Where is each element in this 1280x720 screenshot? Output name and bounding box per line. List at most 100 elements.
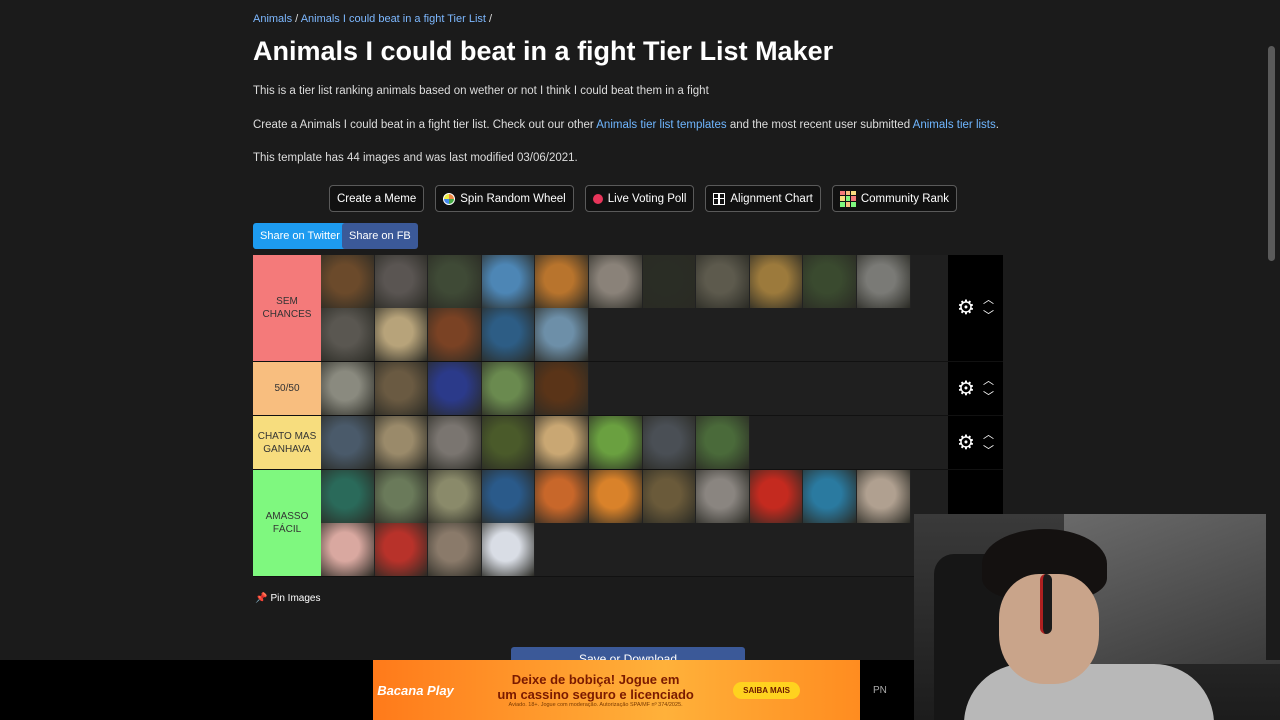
grid-icon xyxy=(713,192,726,205)
community-rank-button[interactable]: Community Rank xyxy=(831,185,958,212)
cow-image[interactable] xyxy=(481,362,536,415)
description-text: This is a tier list ranking animals base… xyxy=(253,85,709,97)
tier-label[interactable]: CHATO MAS GANHAVA xyxy=(253,416,321,469)
tier-items[interactable] xyxy=(321,362,948,415)
chevron-up-icon[interactable]: ︿ xyxy=(983,375,994,386)
horse-image[interactable] xyxy=(428,308,482,361)
scrollbar-thumb[interactable] xyxy=(1268,46,1275,261)
sea-lion-image[interactable] xyxy=(642,416,697,469)
pin-images-label: Pin Images xyxy=(270,593,321,604)
swan-image[interactable] xyxy=(481,523,536,576)
snake-image[interactable] xyxy=(481,416,536,469)
gear-icon[interactable]: ⚙ xyxy=(957,298,975,318)
wolf-image[interactable] xyxy=(588,255,643,308)
ad-cta-button[interactable]: SAIBA MAIS xyxy=(733,681,800,699)
tier-label[interactable]: AMASSO FÁCIL xyxy=(253,470,321,576)
intro-text-part: and the most recent user submitted xyxy=(726,119,913,131)
gear-icon[interactable]: ⚙ xyxy=(957,433,975,453)
alignment-chart-button[interactable]: Alignment Chart xyxy=(705,185,821,212)
clownfish-image[interactable] xyxy=(481,470,536,523)
hippo-image[interactable] xyxy=(374,255,429,308)
duck-image[interactable] xyxy=(374,470,429,523)
ad-banner[interactable]: Bacana Play Deixe de bobiça! Jogue em um… xyxy=(373,660,860,720)
ad-headline-line: Deixe de bobiça! Jogue em xyxy=(511,671,680,687)
poll-dot-icon xyxy=(592,193,603,204)
ad-brand-logo: Bacana Play xyxy=(377,682,454,698)
chevron-up-icon[interactable]: ︿ xyxy=(983,295,994,306)
lobster-image[interactable] xyxy=(749,470,804,523)
pin-images-toggle[interactable]: 📌 Pin Images xyxy=(255,593,320,604)
crab-image[interactable] xyxy=(535,470,589,523)
tier-controls: ⚙︿﹀ xyxy=(948,255,1003,361)
tier-row: AMASSO FÁCIL⚙︿﹀ xyxy=(253,470,1003,577)
tier-list: SEM CHANCES ⚙ ︿ ﹀ 50/50 ⚙ ︿ ﹀ CHATO MAS GANHAVA ⚙… xyxy=(253,255,1003,577)
orangutan-image[interactable] xyxy=(535,362,589,415)
spin-wheel-button[interactable]: Spin Random Wheel xyxy=(435,185,574,212)
lion-image[interactable] xyxy=(749,255,804,308)
squid-image[interactable] xyxy=(321,523,375,576)
tier-items[interactable] xyxy=(321,416,948,469)
rhino-image[interactable] xyxy=(856,255,911,308)
shark-image[interactable] xyxy=(481,255,536,308)
template-info: This template has 44 images and was last… xyxy=(253,152,578,164)
breadcrumb-link-tier-list[interactable]: Animals I could beat in a fight Tier Lis… xyxy=(301,13,486,25)
cat-image[interactable] xyxy=(428,416,482,469)
create-meme-button[interactable]: Create a Meme xyxy=(329,185,425,212)
share-twitter-button[interactable]: Share on Twitter xyxy=(253,223,347,249)
chevron-down-icon[interactable]: ﹀ xyxy=(983,391,994,402)
sheep-image[interactable] xyxy=(428,470,482,523)
tier-row: SEM CHANCES ⚙ ︿ ﹀ xyxy=(253,255,1003,362)
recent-tier-lists-link[interactable]: Animals tier lists xyxy=(913,119,996,131)
breadcrumb: Animals / Animals I could beat in a figh… xyxy=(253,13,492,25)
peacock-image[interactable] xyxy=(321,470,375,523)
bear-image[interactable] xyxy=(321,255,375,308)
tier-controls: ⚙ ︿ ﹀ xyxy=(948,362,1003,415)
tier-label[interactable]: 50/50 xyxy=(253,362,321,415)
komodo-dragon-image[interactable] xyxy=(696,255,750,308)
chevron-up-icon[interactable]: ︿ xyxy=(983,429,994,440)
oriole-image[interactable] xyxy=(588,470,643,523)
whale-image[interactable] xyxy=(481,308,536,361)
dolphin-image[interactable] xyxy=(535,308,589,361)
octopus-image[interactable] xyxy=(428,362,482,415)
turtle-image[interactable] xyxy=(803,470,857,523)
tier-items[interactable] xyxy=(321,470,948,576)
gorilla-image[interactable] xyxy=(642,255,697,308)
mouse-image[interactable] xyxy=(856,470,911,523)
tier-move-arrows: ︿﹀ xyxy=(983,295,994,322)
ferret-image[interactable] xyxy=(696,470,750,523)
tier-items[interactable] xyxy=(321,255,948,361)
tier-list-templates-link[interactable]: Animals tier list templates xyxy=(596,119,726,131)
tier-label[interactable]: SEM CHANCES xyxy=(253,255,321,361)
panda-image[interactable] xyxy=(803,255,857,308)
lizard-image[interactable] xyxy=(588,416,643,469)
owl-image[interactable] xyxy=(428,523,482,576)
cheetah-image[interactable] xyxy=(374,308,429,361)
share-facebook-button[interactable]: Share on FB xyxy=(342,223,418,249)
wheel-icon xyxy=(443,192,456,205)
elephant-image[interactable] xyxy=(321,308,375,361)
chevron-down-icon[interactable]: ﹀ xyxy=(983,311,994,322)
eagle-image[interactable] xyxy=(321,416,375,469)
voting-poll-button[interactable]: Live Voting Poll xyxy=(584,185,695,212)
parrot-image[interactable] xyxy=(374,523,429,576)
webcam-overlay xyxy=(914,514,1280,720)
ad-headline-line: um cassino seguro e licenciado xyxy=(497,686,694,702)
deer-image[interactable] xyxy=(374,362,429,415)
ad-side-label: PN xyxy=(873,685,887,696)
tier-row: CHATO MAS GANHAVA ⚙ ︿ ﹀ xyxy=(253,416,1003,470)
crocodile-image[interactable] xyxy=(428,255,482,308)
zebra-image[interactable] xyxy=(321,362,375,415)
tiger-image[interactable] xyxy=(535,255,589,308)
llama-image[interactable] xyxy=(374,416,429,469)
pin-icon: 📌 xyxy=(255,593,268,604)
starfish-image[interactable] xyxy=(642,470,697,523)
breadcrumb-link-animals[interactable]: Animals xyxy=(253,13,292,25)
dog-image[interactable] xyxy=(535,416,589,469)
goat-image[interactable] xyxy=(696,416,750,469)
community-rank-label: Community Rank xyxy=(860,192,950,205)
ad-fine-print: Aviado. 18+. Jogue com moderação. Autori… xyxy=(508,701,683,708)
chevron-down-icon[interactable]: ﹀ xyxy=(983,445,994,456)
gear-icon[interactable]: ⚙ xyxy=(957,379,975,399)
breadcrumb-separator: / xyxy=(485,13,493,25)
